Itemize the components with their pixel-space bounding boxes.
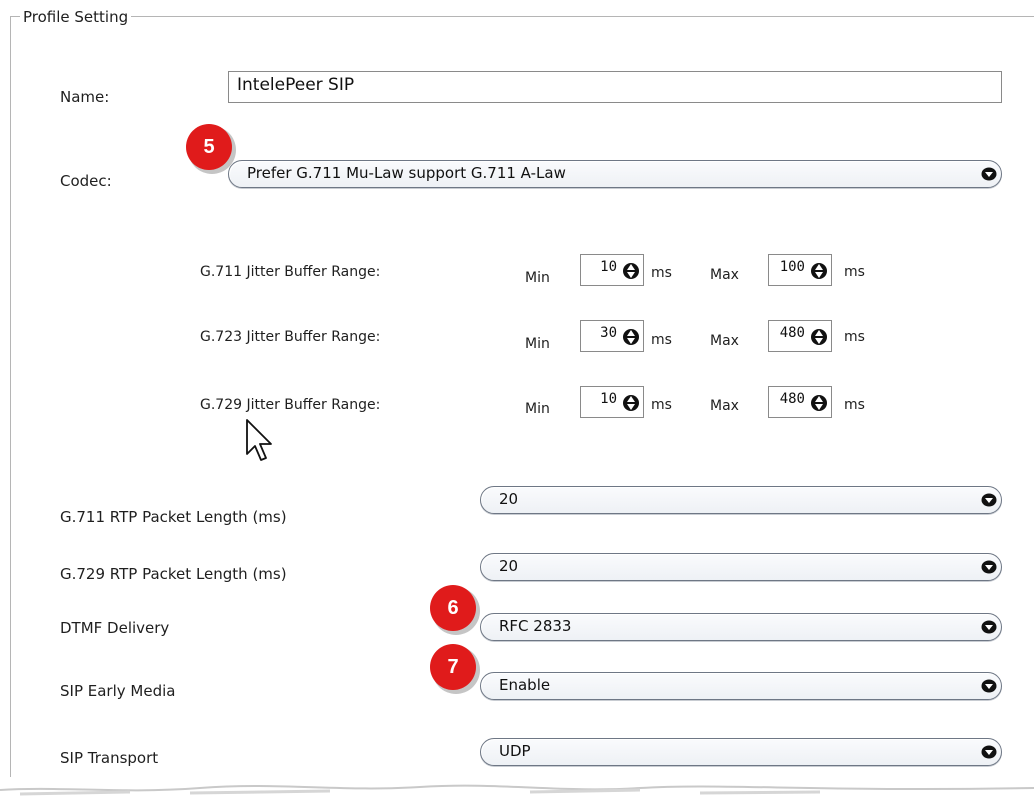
g729-max-value: 480 (779, 391, 805, 407)
g729-rtp-select[interactable]: 20 (480, 553, 1002, 581)
name-label: Name: (60, 88, 110, 106)
dtmf-label: DTMF Delivery (60, 619, 170, 637)
max-label: Max (710, 267, 739, 283)
g711-min-value: 10 (600, 259, 617, 275)
g729-rtp-label: G.729 RTP Packet Length (ms) (60, 565, 287, 583)
g711-min-stepper[interactable]: 10 (580, 254, 644, 286)
spinner-arrows-icon[interactable] (623, 261, 639, 281)
spinner-arrows-icon[interactable] (623, 327, 639, 347)
codec-select[interactable]: Prefer G.711 Mu-Law support G.711 A-Law (228, 160, 1002, 188)
g711-max-stepper[interactable]: 100 (768, 254, 832, 286)
mouse-cursor-icon (246, 419, 272, 461)
g723-min-stepper[interactable]: 30 (580, 320, 644, 352)
transport-select[interactable]: UDP (480, 738, 1002, 766)
early-media-label: SIP Early Media (60, 682, 176, 700)
max-label: Max (710, 398, 739, 414)
spinner-arrows-icon[interactable] (811, 393, 827, 413)
jitter-label-g711: G.711 Jitter Buffer Range: (200, 264, 381, 280)
transport-label: SIP Transport (60, 749, 159, 767)
transport-value: UDP (499, 742, 531, 760)
g729-min-stepper[interactable]: 10 (580, 386, 644, 418)
chevron-down-icon (981, 493, 997, 507)
name-field[interactable]: IntelePeer SIP (228, 71, 1002, 103)
spinner-arrows-icon[interactable] (811, 327, 827, 347)
early-media-select[interactable]: Enable (480, 672, 1002, 700)
chevron-down-icon (981, 679, 997, 693)
g723-max-value: 480 (779, 325, 805, 341)
unit-label: ms (844, 397, 865, 413)
chevron-down-icon (981, 745, 997, 759)
spinner-arrows-icon[interactable] (623, 393, 639, 413)
unit-label: ms (844, 264, 865, 280)
g729-min-value: 10 (600, 391, 617, 407)
g711-max-value: 100 (779, 259, 805, 275)
dtmf-select[interactable]: RFC 2833 (480, 613, 1002, 641)
g723-min-value: 30 (600, 325, 617, 341)
chevron-down-icon (981, 620, 997, 634)
chevron-down-icon (981, 167, 997, 181)
section-title: Profile Setting (20, 8, 132, 26)
jitter-label-g729: G.729 Jitter Buffer Range: (200, 397, 381, 413)
codec-value: Prefer G.711 Mu-Law support G.711 A-Law (247, 164, 566, 182)
g729-max-stepper[interactable]: 480 (768, 386, 832, 418)
g729-rtp-value: 20 (499, 557, 519, 575)
unit-label: ms (651, 265, 672, 281)
jitter-label-g723: G.723 Jitter Buffer Range: (200, 329, 381, 345)
unit-label: ms (651, 332, 672, 348)
name-value: IntelePeer SIP (237, 75, 355, 95)
callout-badge-5: 5 (186, 124, 232, 170)
min-label: Min (525, 401, 550, 417)
callout-badge-7: 7 (430, 644, 476, 690)
unit-label: ms (651, 397, 672, 413)
max-label: Max (710, 333, 739, 349)
spinner-arrows-icon[interactable] (811, 261, 827, 281)
codec-label: Codec: (60, 172, 112, 190)
g723-max-stepper[interactable]: 480 (768, 320, 832, 352)
unit-label: ms (844, 329, 865, 345)
callout-badge-6: 6 (430, 585, 476, 631)
g711-rtp-label: G.711 RTP Packet Length (ms) (60, 508, 287, 526)
profile-setting-group (10, 16, 1034, 777)
min-label: Min (525, 336, 550, 352)
dtmf-value: RFC 2833 (499, 617, 572, 635)
chevron-down-icon (981, 560, 997, 574)
min-label: Min (525, 270, 550, 286)
cropped-content-strip (0, 784, 1034, 796)
g711-rtp-value: 20 (499, 490, 519, 508)
early-media-value: Enable (499, 676, 551, 694)
g711-rtp-select[interactable]: 20 (480, 486, 1002, 514)
